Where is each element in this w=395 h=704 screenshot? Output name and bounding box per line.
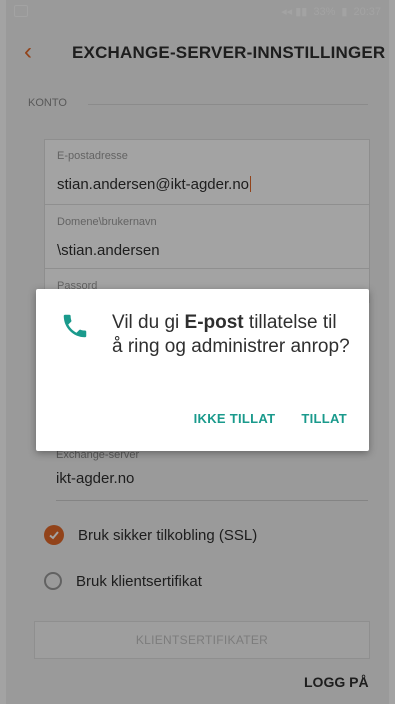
allow-button[interactable]: TILLAT	[301, 411, 347, 426]
permission-dialog: Vil du gi E-post tillatelse til å ring o…	[36, 289, 369, 451]
dialog-app-name: E-post	[184, 312, 244, 333]
phone-icon	[63, 314, 87, 338]
dialog-message: Vil du gi E-post tillatelse til å ring o…	[112, 311, 352, 359]
deny-button[interactable]: IKKE TILLAT	[194, 411, 276, 426]
dialog-message-start: Vil du gi	[112, 312, 185, 333]
dialog-actions: IKKE TILLAT TILLAT	[194, 411, 347, 426]
